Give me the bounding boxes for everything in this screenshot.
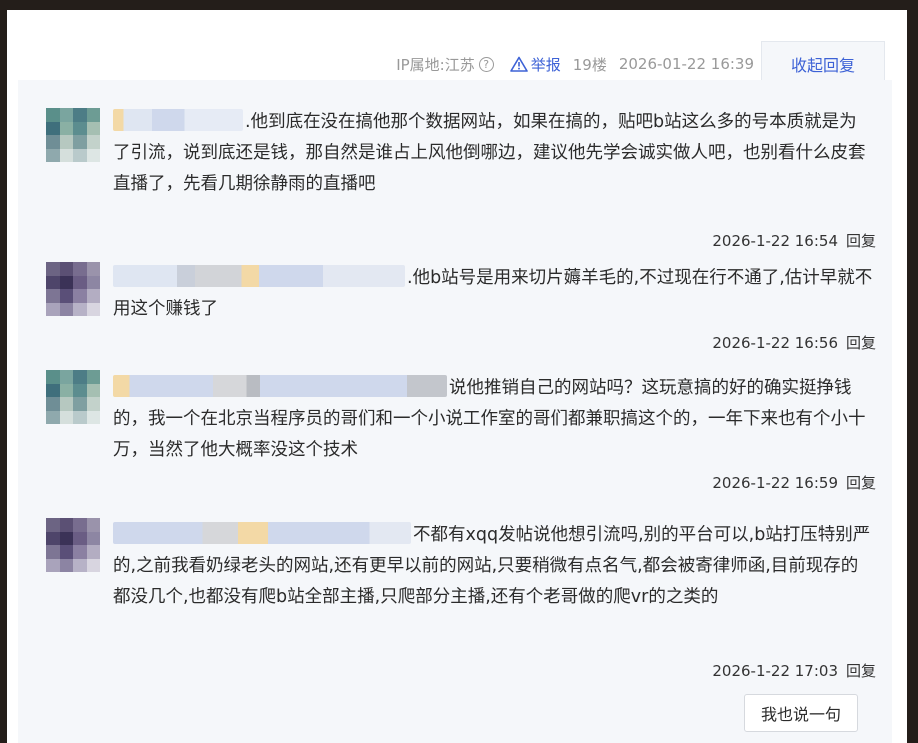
reply-footer: 2026-1-22 16:59 回复: [712, 472, 876, 493]
blurred-username[interactable]: [113, 375, 447, 397]
reply-footer: 2026-1-22 16:54 回复: [712, 230, 876, 251]
reply-button[interactable]: 回复: [846, 662, 876, 680]
post-frame: IP属地:江苏 ? 举报 19楼 2026-01-22 16:39 收起回复 .…: [7, 10, 907, 743]
reply-text-block: .他b站号是用来切片薅羊毛的,不过现在行不通了,估计早就不用这个赚钱了: [113, 263, 873, 325]
collapse-replies-button[interactable]: 收起回复: [761, 41, 885, 85]
avatar[interactable]: [46, 262, 100, 316]
question-circle-icon[interactable]: ?: [478, 56, 494, 72]
blurred-username[interactable]: [113, 522, 411, 544]
avatar[interactable]: [46, 370, 100, 424]
avatar[interactable]: [46, 518, 100, 572]
add-reply-button[interactable]: 我也说一句: [744, 694, 858, 732]
ip-location: IP属地:江苏: [396, 55, 475, 74]
reply-text-block: 不都有xqq发帖说他想引流吗,别的平台可以,b站打压特别严的,之前我看奶绿老头的…: [113, 520, 873, 613]
reply-text-block: 说他推销自己的网站吗？这玩意搞的好的确实挺挣钱的，我一个在北京当程序员的哥们和一…: [113, 373, 873, 466]
reply-button[interactable]: 回复: [846, 474, 876, 492]
warning-triangle-icon: [509, 56, 528, 72]
reply-button[interactable]: 回复: [846, 232, 876, 250]
reply-time: 2026-1-22 16:59: [712, 474, 838, 492]
reply-button[interactable]: 回复: [846, 334, 876, 352]
post-meta-bar: IP属地:江苏 ? 举报 19楼 2026-01-22 16:39: [7, 50, 754, 78]
blurred-username[interactable]: [113, 265, 405, 287]
reply-footer: 2026-1-22 17:03 回复: [712, 660, 876, 681]
reply-footer: 2026-1-22 16:56 回复: [712, 332, 876, 353]
reply-time: 2026-1-22 16:56: [712, 334, 838, 352]
reply-text-block: .他到底在没在搞他那个数据网站，如果在搞的，贴吧b站这么多的号本质就是为了引流，…: [113, 107, 873, 200]
blurred-username[interactable]: [113, 109, 243, 131]
floor-number: 19楼: [572, 55, 607, 74]
reply-thread: .他到底在没在搞他那个数据网站，如果在搞的，贴吧b站这么多的号本质就是为了引流，…: [18, 80, 892, 743]
report-label: 举报: [530, 55, 561, 74]
report-link[interactable]: 举报: [509, 54, 561, 75]
reply-time: 2026-1-22 17:03: [712, 662, 838, 680]
post-datetime: 2026-01-22 16:39: [618, 55, 754, 73]
reply-time: 2026-1-22 16:54: [712, 232, 838, 250]
avatar[interactable]: [46, 108, 100, 162]
